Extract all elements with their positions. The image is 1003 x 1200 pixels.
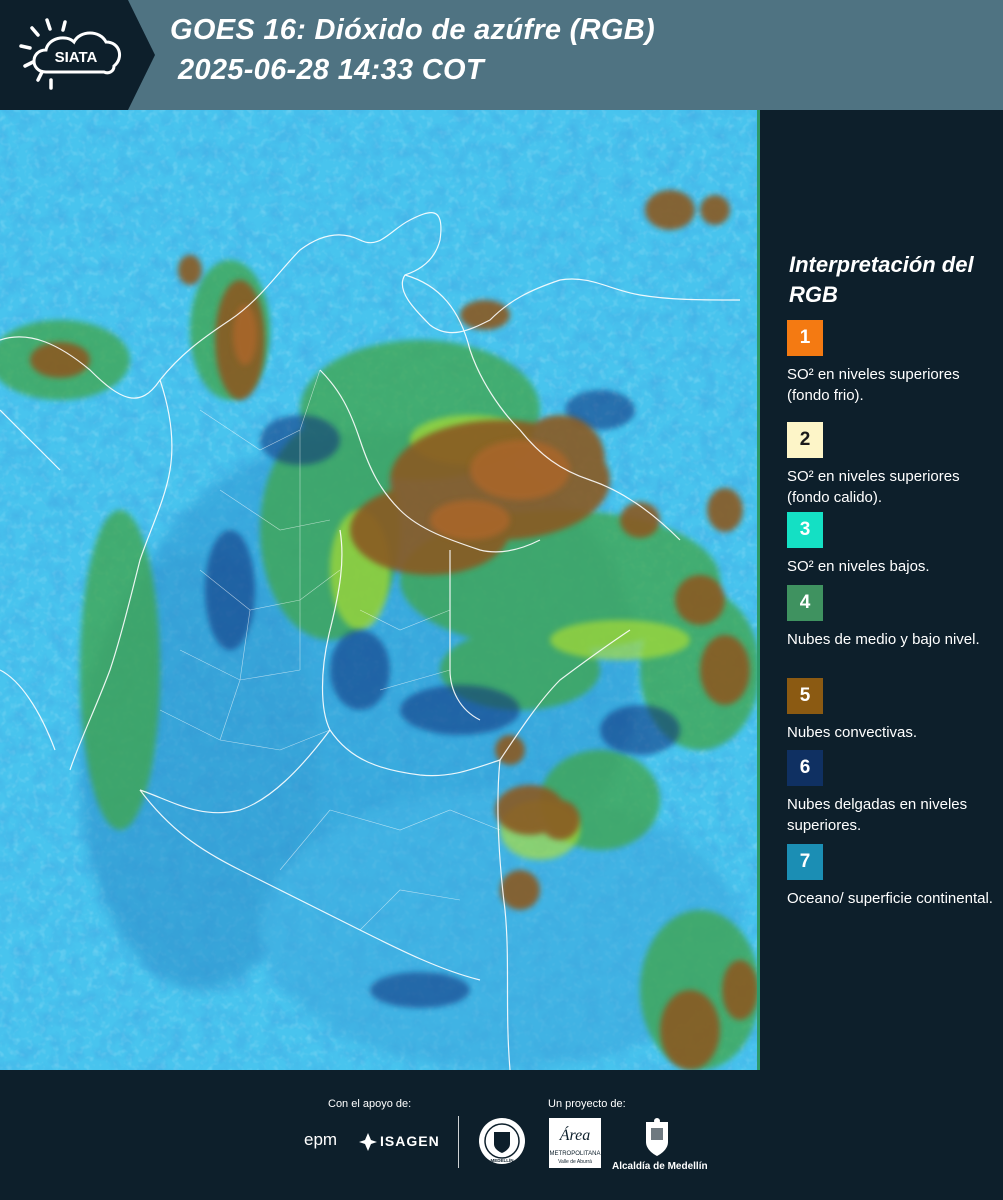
legend-swatch: 5: [787, 678, 823, 714]
satellite-map: [0, 110, 760, 1070]
alcaldia-crest-icon: [646, 1118, 668, 1156]
map-edge-strip: [757, 110, 760, 1070]
legend-swatch: 1: [787, 320, 823, 356]
svg-text:Valle de Aburrá: Valle de Aburrá: [558, 1159, 592, 1165]
epm-logo: epm: [304, 1130, 338, 1149]
timestamp-title: 2025-06-28 14:33 COT: [178, 54, 484, 86]
isagen-icon: [359, 1133, 377, 1151]
legend-label: SO² en niveles bajos.: [787, 558, 930, 575]
legend: Interpretación del RGB 1 SO² en niveles s…: [787, 250, 997, 907]
siata-logo: SIATA: [0, 0, 155, 110]
legend-swatch: 3: [787, 512, 823, 548]
legend-label: SO² en niveles superiores (fondo calido)…: [787, 468, 960, 506]
svg-text:MEDELLÍN: MEDELLÍN: [491, 1156, 514, 1163]
footer-divider: [458, 1116, 459, 1168]
legend-swatch: 7: [787, 844, 823, 880]
legend-item-7: 7 Oceano/ superficie continental.: [787, 844, 997, 909]
legend-label: SO² en niveles superiores (fondo frio).: [787, 366, 960, 404]
svg-text:SIATA: SIATA: [55, 49, 98, 66]
medellin-seal-icon: MEDELLÍN: [479, 1118, 525, 1164]
legend-swatch: 6: [787, 750, 823, 786]
isagen-logo: ISAGEN: [380, 1133, 440, 1149]
legend-swatch: 4: [787, 585, 823, 621]
legend-item-3: 3 SO² en niveles bajos.: [787, 512, 997, 577]
support-label: Con el apoyo de:: [328, 1098, 412, 1110]
area-metropolitana-logo: Área METROPOLITANA Valle de Aburrá: [549, 1118, 601, 1168]
svg-text:METROPOLITANA: METROPOLITANA: [550, 1151, 601, 1157]
legend-item-5: 5 Nubes convectivas.: [787, 678, 997, 743]
alcaldia-label: Alcaldía de Medellín: [612, 1161, 708, 1172]
page-title: GOES 16: Dióxido de azúfre (RGB): [170, 14, 655, 46]
project-label: Un proyecto de:: [548, 1098, 626, 1110]
svg-text:Área: Área: [559, 1125, 591, 1144]
legend-label: Nubes convectivas.: [787, 724, 918, 741]
legend-item-6: 6 Nubes delgadas en niveles superiores.: [787, 750, 997, 836]
legend-swatch: 2: [787, 422, 823, 458]
header-bar: SIATA GOES 16: Dióxido de azúfre (RGB) 2…: [0, 0, 1003, 110]
legend-label: Nubes de medio y bajo nivel.: [787, 631, 980, 648]
legend-item-1: 1 SO² en niveles superiores (fondo frio).: [787, 320, 997, 406]
footer: Con el apoyo de: Un proyecto de: epm ISA…: [0, 1070, 1003, 1200]
legend-label: Nubes delgadas en niveles superiores.: [787, 796, 968, 834]
legend-item-4: 4 Nubes de medio y bajo nivel.: [787, 585, 997, 650]
legend-title: Interpretación del RGB: [789, 252, 974, 307]
legend-label: Oceano/ superficie continental.: [787, 890, 993, 907]
legend-item-2: 2 SO² en niveles superiores (fondo calido…: [787, 422, 997, 508]
